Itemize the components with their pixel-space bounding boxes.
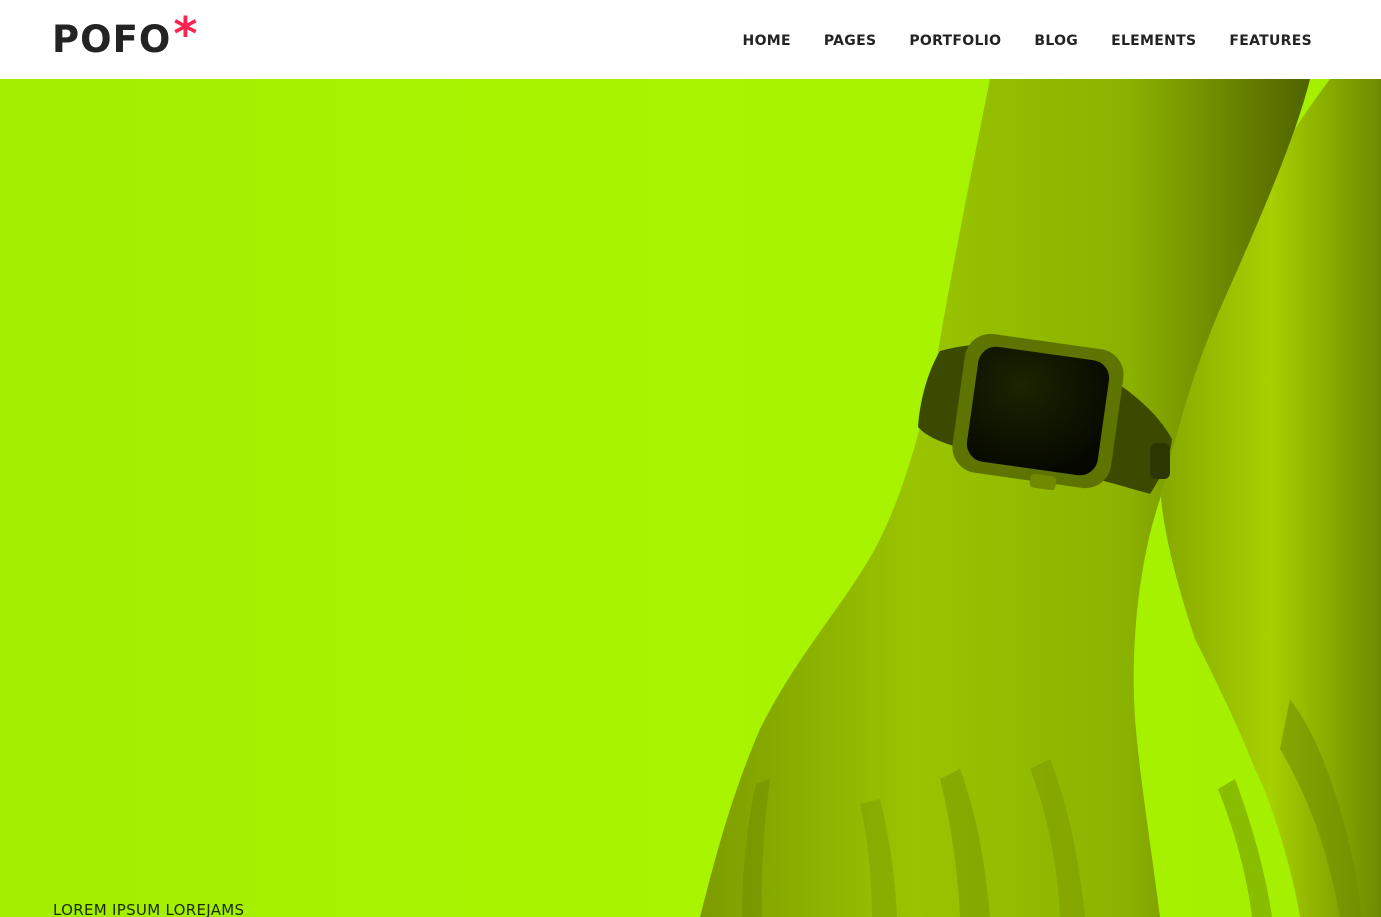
logo-wordmark: POFO [52,18,172,61]
nav-item-pages[interactable]: PAGES [824,30,876,49]
hero-image [0,79,1381,917]
nav-item-features[interactable]: FEATURES [1229,30,1312,49]
hero-tagline: LOREM IPSUM LOREJAMS [53,901,245,917]
logo-asterisk-icon: * [173,7,198,61]
nav-item-portfolio[interactable]: PORTFOLIO [909,30,1001,49]
nav-item-blog[interactable]: BLOG [1034,30,1078,49]
page: POFO * HOME PAGES PORTFOLIO BLOG ELEMENT… [0,0,1381,917]
hero-section: LOREM IPSUM LOREJAMS [0,79,1381,917]
nav-item-elements[interactable]: ELEMENTS [1111,30,1196,49]
main-navigation: HOME PAGES PORTFOLIO BLOG ELEMENTS FEATU… [710,0,1312,79]
site-header: POFO * HOME PAGES PORTFOLIO BLOG ELEMENT… [0,0,1381,79]
nav-item-home[interactable]: HOME [743,30,791,49]
watch-screen [966,346,1110,476]
site-logo[interactable]: POFO * [52,7,198,61]
